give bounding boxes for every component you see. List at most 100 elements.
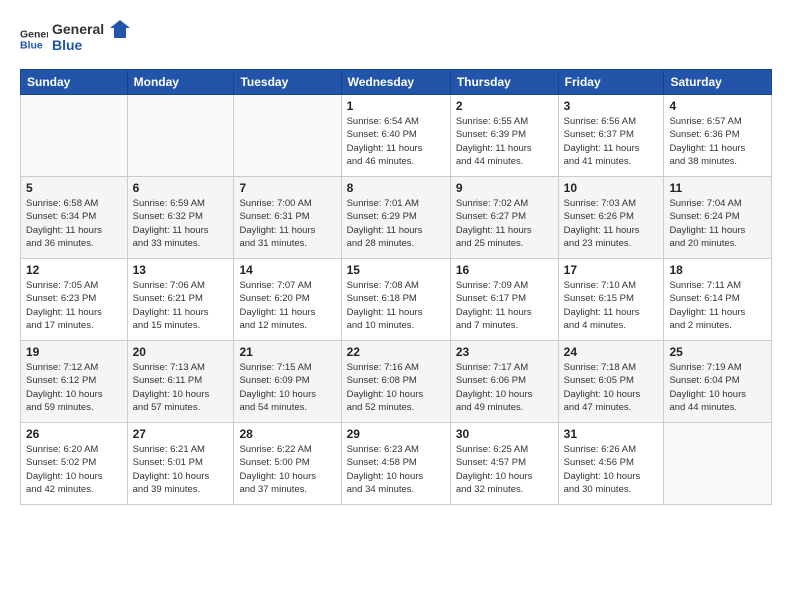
day-number: 25: [669, 345, 766, 359]
day-info: Sunrise: 7:15 AM Sunset: 6:09 PM Dayligh…: [239, 361, 335, 414]
day-number: 15: [347, 263, 445, 277]
logo: General Blue General Blue: [20, 18, 132, 61]
day-info: Sunrise: 6:58 AM Sunset: 6:34 PM Dayligh…: [26, 197, 122, 250]
day-info: Sunrise: 6:54 AM Sunset: 6:40 PM Dayligh…: [347, 115, 445, 168]
day-info: Sunrise: 6:21 AM Sunset: 5:01 PM Dayligh…: [133, 443, 229, 496]
day-info: Sunrise: 7:04 AM Sunset: 6:24 PM Dayligh…: [669, 197, 766, 250]
day-number: 5: [26, 181, 122, 195]
svg-text:General: General: [20, 28, 48, 40]
day-number: 28: [239, 427, 335, 441]
calendar-cell: 20 Sunrise: 7:13 AM Sunset: 6:11 PM Dayli…: [127, 341, 234, 423]
day-number: 1: [347, 99, 445, 113]
col-header-saturday: Saturday: [664, 70, 772, 95]
day-info: Sunrise: 6:23 AM Sunset: 4:58 PM Dayligh…: [347, 443, 445, 496]
calendar-cell: 13 Sunrise: 7:06 AM Sunset: 6:21 PM Dayli…: [127, 259, 234, 341]
day-number: 11: [669, 181, 766, 195]
logo-icon: General Blue: [20, 25, 48, 53]
calendar-cell: 21Sunrise: 7:15 AM Sunset: 6:09 PM Dayli…: [234, 341, 341, 423]
calendar-cell: 16 Sunrise: 7:09 AM Sunset: 6:17 PM Dayli…: [450, 259, 558, 341]
day-info: Sunrise: 7:13 AM Sunset: 6:11 PM Dayligh…: [133, 361, 229, 414]
calendar-cell: 24 Sunrise: 7:18 AM Sunset: 6:05 PM Dayli…: [558, 341, 664, 423]
calendar-cell: 14 Sunrise: 7:07 AM Sunset: 6:20 PM Dayli…: [234, 259, 341, 341]
day-number: 14: [239, 263, 335, 277]
calendar-table: SundayMondayTuesdayWednesdayThursdayFrid…: [20, 69, 772, 505]
calendar-cell: 27 Sunrise: 6:21 AM Sunset: 5:01 PM Dayli…: [127, 423, 234, 505]
day-number: 30: [456, 427, 553, 441]
col-header-friday: Friday: [558, 70, 664, 95]
day-number: 13: [133, 263, 229, 277]
svg-text:Blue: Blue: [52, 37, 83, 53]
day-number: 19: [26, 345, 122, 359]
day-number: 23: [456, 345, 553, 359]
day-info: Sunrise: 7:01 AM Sunset: 6:29 PM Dayligh…: [347, 197, 445, 250]
day-info: Sunrise: 6:56 AM Sunset: 6:37 PM Dayligh…: [564, 115, 659, 168]
calendar-cell: 1 Sunrise: 6:54 AM Sunset: 6:40 PM Daylig…: [341, 95, 450, 177]
day-number: 8: [347, 181, 445, 195]
col-header-wednesday: Wednesday: [341, 70, 450, 95]
day-info: Sunrise: 7:06 AM Sunset: 6:21 PM Dayligh…: [133, 279, 229, 332]
day-number: 31: [564, 427, 659, 441]
day-number: 3: [564, 99, 659, 113]
calendar-cell: 23 Sunrise: 7:17 AM Sunset: 6:06 PM Dayli…: [450, 341, 558, 423]
calendar-cell: 12Sunrise: 7:05 AM Sunset: 6:23 PM Dayli…: [21, 259, 128, 341]
day-info: Sunrise: 7:12 AM Sunset: 6:12 PM Dayligh…: [26, 361, 122, 414]
calendar-week-4: 19 Sunrise: 7:12 AM Sunset: 6:12 PM Dayli…: [21, 341, 772, 423]
day-info: Sunrise: 7:18 AM Sunset: 6:05 PM Dayligh…: [564, 361, 659, 414]
calendar-cell: 4Sunrise: 6:57 AM Sunset: 6:36 PM Daylig…: [664, 95, 772, 177]
calendar-cell: 17Sunrise: 7:10 AM Sunset: 6:15 PM Dayli…: [558, 259, 664, 341]
day-info: Sunrise: 7:03 AM Sunset: 6:26 PM Dayligh…: [564, 197, 659, 250]
day-info: Sunrise: 6:55 AM Sunset: 6:39 PM Dayligh…: [456, 115, 553, 168]
header: General Blue General Blue: [20, 18, 772, 61]
calendar-cell: 28 Sunrise: 6:22 AM Sunset: 5:00 PM Dayli…: [234, 423, 341, 505]
calendar-cell: [234, 95, 341, 177]
calendar-cell: [127, 95, 234, 177]
calendar-cell: 18Sunrise: 7:11 AM Sunset: 6:14 PM Dayli…: [664, 259, 772, 341]
col-header-monday: Monday: [127, 70, 234, 95]
day-info: Sunrise: 7:10 AM Sunset: 6:15 PM Dayligh…: [564, 279, 659, 332]
day-number: 26: [26, 427, 122, 441]
day-number: 27: [133, 427, 229, 441]
day-info: Sunrise: 6:25 AM Sunset: 4:57 PM Dayligh…: [456, 443, 553, 496]
day-number: 9: [456, 181, 553, 195]
day-number: 7: [239, 181, 335, 195]
day-info: Sunrise: 7:00 AM Sunset: 6:31 PM Dayligh…: [239, 197, 335, 250]
day-number: 4: [669, 99, 766, 113]
calendar-cell: 22Sunrise: 7:16 AM Sunset: 6:08 PM Dayli…: [341, 341, 450, 423]
day-number: 6: [133, 181, 229, 195]
day-number: 10: [564, 181, 659, 195]
logo-svg: General Blue: [52, 18, 132, 56]
day-number: 20: [133, 345, 229, 359]
calendar-cell: 26Sunrise: 6:20 AM Sunset: 5:02 PM Dayli…: [21, 423, 128, 505]
day-info: Sunrise: 6:26 AM Sunset: 4:56 PM Dayligh…: [564, 443, 659, 496]
calendar-cell: 19 Sunrise: 7:12 AM Sunset: 6:12 PM Dayli…: [21, 341, 128, 423]
day-info: Sunrise: 7:08 AM Sunset: 6:18 PM Dayligh…: [347, 279, 445, 332]
calendar-cell: 31 Sunrise: 6:26 AM Sunset: 4:56 PM Dayli…: [558, 423, 664, 505]
calendar-cell: [21, 95, 128, 177]
day-info: Sunrise: 7:17 AM Sunset: 6:06 PM Dayligh…: [456, 361, 553, 414]
calendar-cell: 15 Sunrise: 7:08 AM Sunset: 6:18 PM Dayli…: [341, 259, 450, 341]
calendar-cell: 5 Sunrise: 6:58 AM Sunset: 6:34 PM Daylig…: [21, 177, 128, 259]
page: General Blue General Blue SundayMondayTu…: [0, 0, 792, 515]
svg-text:Blue: Blue: [20, 39, 43, 51]
calendar-cell: 8 Sunrise: 7:01 AM Sunset: 6:29 PM Daylig…: [341, 177, 450, 259]
day-info: Sunrise: 7:05 AM Sunset: 6:23 PM Dayligh…: [26, 279, 122, 332]
calendar-cell: [664, 423, 772, 505]
calendar-cell: 6 Sunrise: 6:59 AM Sunset: 6:32 PM Daylig…: [127, 177, 234, 259]
col-header-thursday: Thursday: [450, 70, 558, 95]
day-number: 18: [669, 263, 766, 277]
day-info: Sunrise: 7:16 AM Sunset: 6:08 PM Dayligh…: [347, 361, 445, 414]
day-number: 16: [456, 263, 553, 277]
day-number: 24: [564, 345, 659, 359]
day-info: Sunrise: 7:09 AM Sunset: 6:17 PM Dayligh…: [456, 279, 553, 332]
day-number: 29: [347, 427, 445, 441]
calendar-cell: 7 Sunrise: 7:00 AM Sunset: 6:31 PM Daylig…: [234, 177, 341, 259]
calendar-cell: 30 Sunrise: 6:25 AM Sunset: 4:57 PM Dayli…: [450, 423, 558, 505]
day-info: Sunrise: 6:59 AM Sunset: 6:32 PM Dayligh…: [133, 197, 229, 250]
svg-text:General: General: [52, 21, 104, 37]
calendar-cell: 3 Sunrise: 6:56 AM Sunset: 6:37 PM Daylig…: [558, 95, 664, 177]
calendar-week-3: 12Sunrise: 7:05 AM Sunset: 6:23 PM Dayli…: [21, 259, 772, 341]
col-header-tuesday: Tuesday: [234, 70, 341, 95]
day-info: Sunrise: 6:22 AM Sunset: 5:00 PM Dayligh…: [239, 443, 335, 496]
calendar-cell: 2Sunrise: 6:55 AM Sunset: 6:39 PM Daylig…: [450, 95, 558, 177]
day-info: Sunrise: 7:07 AM Sunset: 6:20 PM Dayligh…: [239, 279, 335, 332]
